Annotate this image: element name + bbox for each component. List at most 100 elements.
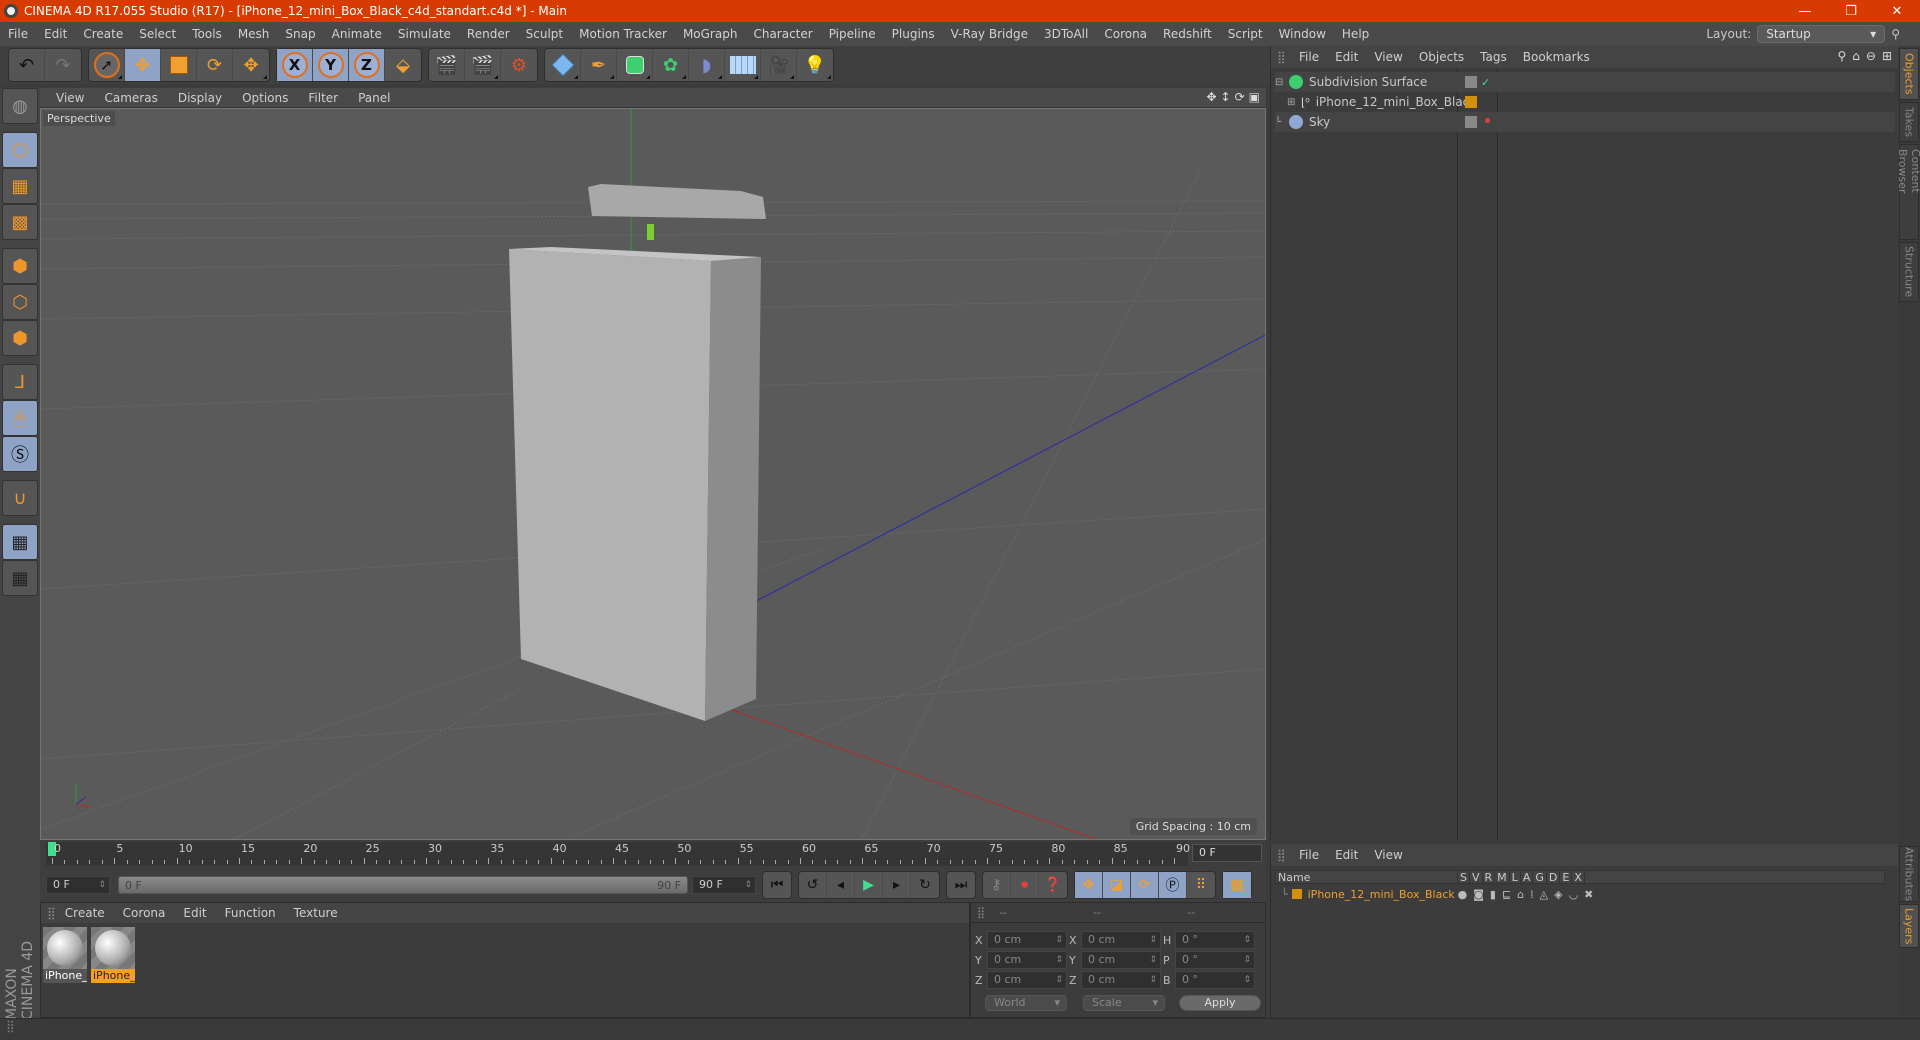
- menu-corona[interactable]: Corona: [1096, 27, 1155, 41]
- column-locked[interactable]: L: [1510, 871, 1521, 884]
- tab-layers[interactable]: Layers: [1899, 904, 1919, 948]
- y-axis-lock-button[interactable]: Y: [313, 49, 349, 81]
- viewport-menu-display[interactable]: Display: [168, 91, 232, 105]
- editor-visibility-toggle[interactable]: [1465, 76, 1477, 88]
- expand-icon[interactable]: ⊞: [1287, 97, 1301, 108]
- material-menu-texture[interactable]: Texture: [285, 906, 347, 920]
- object-row-sky[interactable]: └ Sky: [1275, 112, 1895, 132]
- layers-menu-view[interactable]: View: [1366, 848, 1410, 862]
- rotation-p-field[interactable]: 0 ° ⇕: [1175, 951, 1255, 969]
- key-parameter-button[interactable]: Ⓟ: [1159, 872, 1187, 898]
- objects-menu-bookmarks[interactable]: Bookmarks: [1515, 50, 1598, 64]
- menu-mesh[interactable]: Mesh: [230, 27, 278, 41]
- column-render[interactable]: R: [1483, 871, 1496, 884]
- previous-key-button[interactable]: ↺: [799, 872, 827, 898]
- workplane-mode-button[interactable]: ▩: [2, 204, 38, 240]
- object-row-subdivision-surface[interactable]: ⊟ Subdivision Surface ✓: [1275, 72, 1895, 92]
- objects-menu-edit[interactable]: Edit: [1327, 50, 1366, 64]
- search-icon[interactable]: ⚲: [1837, 49, 1846, 63]
- objects-menu-objects[interactable]: Objects: [1411, 50, 1472, 64]
- layers-menu-edit[interactable]: Edit: [1327, 848, 1366, 862]
- material-menu-function[interactable]: Function: [216, 906, 285, 920]
- size-y-field[interactable]: 0 cm ⇕: [1081, 951, 1161, 969]
- maximize-button[interactable]: ❐: [1828, 4, 1874, 19]
- floor-button[interactable]: [725, 49, 761, 81]
- menu-redshift[interactable]: Redshift: [1155, 27, 1220, 41]
- column-manager[interactable]: M: [1495, 871, 1510, 884]
- layers-menu-file[interactable]: File: [1291, 848, 1327, 862]
- objects-menu-file[interactable]: File: [1291, 50, 1327, 64]
- enabled-checkmark-icon[interactable]: ✓: [1481, 76, 1493, 89]
- material-menu-create[interactable]: Create: [56, 906, 114, 920]
- layer-toggle-icons[interactable]: ●◙▮⊑⌂⁞◬◈◡✖: [1458, 888, 1600, 901]
- lock-workplane-button[interactable]: ▦: [2, 524, 38, 560]
- menu-create[interactable]: Create: [75, 27, 131, 41]
- layer-color-tag[interactable]: [1465, 96, 1477, 108]
- menu-sculpt[interactable]: Sculpt: [518, 27, 571, 41]
- pen-button[interactable]: ✒: [581, 49, 617, 81]
- goto-start-button[interactable]: ⏮: [763, 872, 791, 898]
- move-tool-button[interactable]: ✥: [125, 49, 161, 81]
- menu-animate[interactable]: Animate: [324, 27, 390, 41]
- snap-button[interactable]: ∪: [2, 480, 38, 516]
- z-axis-lock-button[interactable]: Z: [349, 49, 385, 81]
- render-view-button[interactable]: 🎬: [429, 49, 465, 81]
- tab-objects[interactable]: Objects: [1899, 48, 1919, 100]
- column-view[interactable]: V: [1470, 871, 1483, 884]
- position-x-field[interactable]: 0 cm ⇕: [987, 931, 1067, 949]
- tab-attributes[interactable]: Attributes: [1899, 846, 1919, 902]
- apply-button[interactable]: Apply: [1179, 995, 1261, 1011]
- recent-tool-button[interactable]: ✥: [233, 49, 269, 81]
- close-button[interactable]: ✕: [1874, 4, 1920, 19]
- object-row-iphone-box[interactable]: ⊞ ⌊⁰ iPhone_12_mini_Box_Black: [1275, 92, 1895, 112]
- redo-button[interactable]: ↷: [45, 49, 81, 81]
- start-frame-field[interactable]: 0 F ⇕: [46, 876, 110, 894]
- key-rotation-button[interactable]: ⟳: [1131, 872, 1159, 898]
- goto-end-button[interactable]: ⏭: [947, 872, 975, 898]
- axis-mode-button[interactable]: ⅃: [2, 364, 38, 400]
- grip-icon[interactable]: ⣿: [1277, 848, 1286, 862]
- material-menu-corona[interactable]: Corona: [114, 906, 175, 920]
- menu-edit[interactable]: Edit: [36, 27, 75, 41]
- new-window-icon[interactable]: ⊞: [1882, 49, 1892, 63]
- menu-plugins[interactable]: Plugins: [884, 27, 943, 41]
- home-icon[interactable]: ⌂: [1852, 49, 1860, 63]
- menu-window[interactable]: Window: [1271, 27, 1334, 41]
- viewport-menu-view[interactable]: View: [46, 91, 94, 105]
- position-z-field[interactable]: 0 cm ⇕: [987, 971, 1067, 989]
- layout-dropdown[interactable]: Startup ▾: [1757, 25, 1886, 43]
- timeline-window-button[interactable]: ▤: [1223, 872, 1251, 898]
- material-menu-edit[interactable]: Edit: [174, 906, 215, 920]
- points-mode-button[interactable]: ⬢: [2, 248, 38, 284]
- spinner-icon[interactable]: ⇕: [744, 877, 752, 893]
- menu-script[interactable]: Script: [1220, 27, 1271, 41]
- live-selection-button[interactable]: ➚: [89, 49, 125, 81]
- viewport-menu-options[interactable]: Options: [232, 91, 298, 105]
- grip-icon[interactable]: ⣿: [1277, 50, 1286, 64]
- previous-frame-button[interactable]: ◂: [827, 872, 855, 898]
- tab-content-browser[interactable]: Content Browser: [1896, 144, 1920, 240]
- align-workplane-button[interactable]: ▦: [2, 560, 38, 596]
- key-point-level-button[interactable]: ⠿: [1187, 872, 1215, 898]
- tweak-mode-button[interactable]: 🖱: [2, 400, 38, 436]
- menu-simulate[interactable]: Simulate: [390, 27, 459, 41]
- size-z-field[interactable]: 0 cm ⇕: [1081, 971, 1161, 989]
- material-swatch[interactable]: iPhone_: [43, 927, 87, 983]
- solo-button[interactable]: Ⓢ: [2, 436, 38, 472]
- next-frame-button[interactable]: ▸: [883, 872, 911, 898]
- rotate-tool-button[interactable]: ⟳: [197, 49, 233, 81]
- pan-view-icon[interactable]: ✥: [1206, 90, 1216, 104]
- key-position-button[interactable]: ✥: [1075, 872, 1103, 898]
- rotation-b-field[interactable]: 0 ° ⇕: [1175, 971, 1255, 989]
- timeline-ruler[interactable]: 0 5 10 15 20 25 30 35 40 45 50 55 60 65 70 75 80 85 90: [46, 842, 1190, 866]
- iphone-box-model[interactable]: [509, 184, 766, 721]
- maximize-view-icon[interactable]: ▣: [1249, 90, 1260, 104]
- menu-vray-bridge[interactable]: V-Ray Bridge: [943, 27, 1036, 41]
- menu-mograph[interactable]: MoGraph: [675, 27, 746, 41]
- menu-character[interactable]: Character: [745, 27, 820, 41]
- grip-icon[interactable]: ⣿: [977, 906, 985, 919]
- dolly-view-icon[interactable]: ↕: [1221, 90, 1231, 104]
- column-solo[interactable]: S: [1458, 871, 1470, 884]
- current-frame-field[interactable]: 0 F: [1192, 844, 1262, 862]
- grip-icon[interactable]: ⣿: [47, 906, 56, 920]
